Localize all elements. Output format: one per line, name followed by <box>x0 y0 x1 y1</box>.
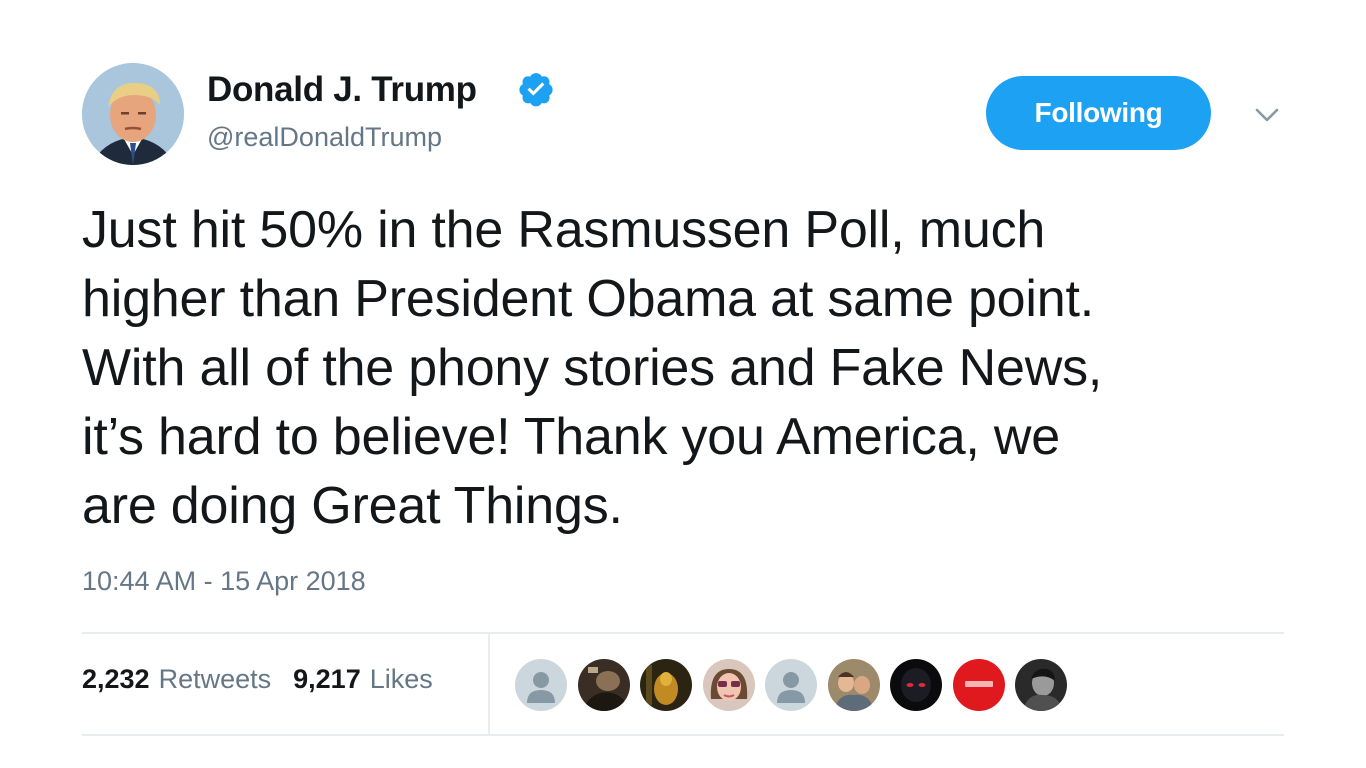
divider <box>488 634 490 734</box>
liker-avatar[interactable] <box>765 659 817 711</box>
chevron-down-icon[interactable] <box>1250 100 1284 130</box>
likes-count: 9,217 <box>293 664 361 694</box>
liker-avatar[interactable] <box>702 659 755 711</box>
tweet-text-line: Just hit 50% in the Rasmussen Poll, much <box>82 201 1046 259</box>
liker-avatar[interactable] <box>1015 659 1067 711</box>
liker-avatar[interactable] <box>890 659 942 711</box>
likes-stat[interactable]: 9,217 Likes <box>293 664 433 695</box>
retweets-label: Retweets <box>158 664 272 694</box>
likes-label: Likes <box>369 664 433 694</box>
tweet-text-line: higher than President Obama at same poin… <box>82 270 1094 328</box>
liker-avatar[interactable] <box>577 659 630 711</box>
divider <box>82 632 1284 634</box>
retweets-count: 2,232 <box>82 664 150 694</box>
liker-avatar[interactable] <box>952 659 1005 711</box>
tweet-text-line: it’s hard to believe! Thank you America,… <box>82 408 1061 466</box>
liker-avatars <box>515 659 1078 711</box>
tweet-stats: 2,232 Retweets 9,217 Likes <box>82 664 455 695</box>
tweet-card: Donald J. Trump @realDonaldTrump Followi… <box>0 0 1366 768</box>
liker-avatar[interactable] <box>827 659 880 711</box>
divider <box>82 734 1284 736</box>
liker-avatar[interactable] <box>640 659 692 711</box>
following-button[interactable]: Following <box>986 76 1211 150</box>
liker-avatar[interactable] <box>515 659 567 711</box>
user-avatar[interactable] <box>82 63 184 165</box>
user-handle[interactable]: @realDonaldTrump <box>207 122 442 153</box>
verified-badge-icon <box>517 70 555 108</box>
user-display-name[interactable]: Donald J. Trump <box>207 70 477 110</box>
tweet-text-line: are doing Great Things. <box>82 477 623 535</box>
tweet-text: Just hit 50% in the Rasmussen Poll, much… <box>82 196 1302 541</box>
tweet-text-line: With all of the phony stories and Fake N… <box>82 339 1103 397</box>
tweet-timestamp[interactable]: 10:44 AM - 15 Apr 2018 <box>82 566 366 597</box>
retweets-stat[interactable]: 2,232 Retweets <box>82 664 271 695</box>
